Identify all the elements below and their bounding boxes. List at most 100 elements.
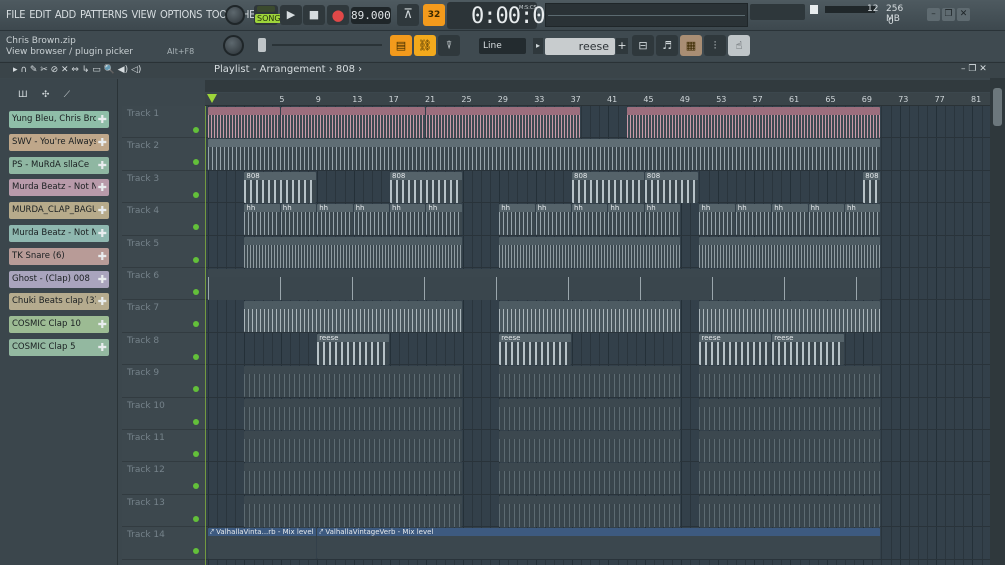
pattern-clip[interactable]: 808 xyxy=(390,171,462,203)
pattern-clip[interactable]: reese xyxy=(699,333,772,365)
pattern-clip[interactable] xyxy=(244,495,462,527)
browser-item[interactable]: Yung Bleu, Chris Bro...✚ xyxy=(9,111,109,128)
browser-item[interactable]: PS - MuRdA sllaCe ✚ xyxy=(9,156,109,174)
track-header[interactable]: Track 3 xyxy=(122,171,205,204)
track-mute-led[interactable] xyxy=(193,515,199,522)
pattern-clip[interactable]: hh xyxy=(735,204,772,236)
browser-item[interactable]: COSMIC Clap 5 ✚ xyxy=(9,339,109,356)
track-header[interactable]: Track 5 xyxy=(122,236,205,268)
master-volume-knob[interactable] xyxy=(225,5,245,25)
pattern-clip[interactable]: reese xyxy=(772,333,844,365)
add-icon[interactable]: ✚ xyxy=(98,111,107,128)
piano-roll-icon[interactable]: ♬ xyxy=(656,35,678,56)
add-icon[interactable]: ✚ xyxy=(98,339,107,356)
browser-item[interactable]: SWV - You're Always...✚ xyxy=(9,133,109,151)
pattern-clip[interactable] xyxy=(280,107,426,138)
add-icon[interactable]: ✚ xyxy=(98,157,107,174)
pattern-clip[interactable] xyxy=(499,366,681,398)
play-button[interactable]: ▶ xyxy=(280,5,302,25)
browser-item[interactable]: Murda Beatz - Not Ni...✚ xyxy=(9,179,109,197)
track-header[interactable]: Track 9 xyxy=(122,365,205,398)
pattern-clip[interactable] xyxy=(499,301,681,333)
pattern-clip[interactable] xyxy=(699,398,881,430)
track-header[interactable]: Track 2 xyxy=(122,138,205,171)
browser-icon[interactable]: ☝ xyxy=(728,35,750,56)
add-pattern-icon[interactable]: + xyxy=(616,38,628,54)
pattern-clip[interactable] xyxy=(699,431,881,462)
pattern-clip[interactable] xyxy=(426,107,581,138)
browser-item[interactable]: Chuki Beats clap (3) ✚ xyxy=(9,293,109,311)
track-mute-led[interactable] xyxy=(193,353,199,360)
track-header[interactable]: Track 8 xyxy=(122,333,205,366)
link-icon[interactable]: ⛓ xyxy=(414,35,436,56)
pattern-clip[interactable]: 808 xyxy=(244,171,317,203)
track-mute-led[interactable] xyxy=(193,256,199,263)
browser-mode-icons[interactable]: Ш ✣ ⟋ xyxy=(18,90,70,100)
menu-view[interactable]: VIEW xyxy=(131,8,156,21)
add-icon[interactable]: ✚ xyxy=(98,248,107,265)
pattern-clip[interactable]: 808 xyxy=(572,171,644,203)
track-header[interactable]: Track 14 xyxy=(122,527,205,560)
pattern-clip[interactable] xyxy=(699,236,881,268)
track-header[interactable]: Track 7 xyxy=(122,300,205,333)
pattern-clip[interactable] xyxy=(208,139,881,171)
pattern-clip[interactable] xyxy=(699,366,881,398)
add-icon[interactable]: ✚ xyxy=(98,179,107,196)
pattern-clip[interactable]: hh xyxy=(608,204,644,236)
pattern-clip[interactable] xyxy=(626,107,881,138)
main-pitch-knob[interactable] xyxy=(223,35,244,56)
step-resolution-button[interactable]: 32 xyxy=(423,4,445,26)
channel-rack-icon[interactable]: ▦ xyxy=(680,35,702,56)
browser-item[interactable]: TK Snare (6) ✚ xyxy=(9,247,109,265)
track-mute-led[interactable] xyxy=(193,191,199,198)
snap-select[interactable]: Line xyxy=(479,38,526,54)
record-button[interactable]: ● xyxy=(327,5,349,25)
metronome-icon[interactable]: ⊼ xyxy=(397,4,419,26)
stop-button[interactable]: ■ xyxy=(303,5,325,25)
playlist-window-controls[interactable]: – ❐ ✕ xyxy=(961,64,987,74)
pattern-clip[interactable]: reese xyxy=(499,333,571,365)
pattern-clip[interactable] xyxy=(244,398,462,430)
pattern-selector[interactable]: reese xyxy=(545,38,615,55)
timeline-ruler[interactable]: 5913172125293337414549535761656973778185 xyxy=(205,93,990,106)
pitch-slider[interactable] xyxy=(258,38,266,52)
add-icon[interactable]: ✚ xyxy=(98,225,107,242)
pattern-clip[interactable] xyxy=(208,107,280,138)
browser-item[interactable]: Murda Beatz - Not Ni...✚ xyxy=(9,225,109,242)
add-icon[interactable]: ✚ xyxy=(98,271,107,288)
pattern-clip[interactable]: 808 xyxy=(863,171,881,203)
song-time-display[interactable]: 0:00:00 M:S:CS xyxy=(447,2,558,29)
pattern-clip[interactable] xyxy=(699,495,881,527)
track-mute-led[interactable] xyxy=(193,386,199,393)
tempo-field[interactable]: 89.000 xyxy=(351,7,391,24)
track-mute-led[interactable] xyxy=(193,483,199,490)
menu-edit[interactable]: EDIT xyxy=(29,8,51,21)
track-mute-led[interactable] xyxy=(193,321,199,328)
automation-clip[interactable]: ⤤ ValhallaVinta...rb - Mix level xyxy=(208,528,317,560)
track-header[interactable]: Track 4 xyxy=(122,203,205,236)
track-header[interactable]: Track 13 xyxy=(122,495,205,528)
playlist-tools-icon[interactable]: ▸ ∩ ✎ ✂ ⊘ ✕ ⇔ ↳ ▭ 🔍 ◀) ◁) xyxy=(13,65,141,75)
add-icon[interactable]: ✚ xyxy=(98,134,107,151)
pattern-clip[interactable]: hh xyxy=(644,204,681,236)
pattern-clip[interactable] xyxy=(499,495,681,527)
pattern-clip[interactable]: hh xyxy=(845,204,881,236)
pattern-clip[interactable]: hh xyxy=(499,204,535,236)
pattern-clip[interactable]: hh xyxy=(353,204,389,236)
pattern-clip[interactable] xyxy=(244,431,462,462)
menu-patterns[interactable]: PATTERNS xyxy=(80,8,128,21)
playlist-overview-scroll[interactable] xyxy=(205,80,990,92)
pattern-clip[interactable]: 808 xyxy=(644,171,699,203)
track-mute-led[interactable] xyxy=(193,451,199,457)
track-mute-led[interactable] xyxy=(193,127,199,133)
pattern-clip[interactable]: hh xyxy=(572,204,608,236)
pattern-clip[interactable]: hh xyxy=(390,204,426,236)
menu-add[interactable]: ADD xyxy=(55,8,76,21)
menu-file[interactable]: FILE xyxy=(6,8,25,21)
pattern-clip[interactable]: hh xyxy=(317,204,353,236)
pattern-clip[interactable]: hh xyxy=(426,204,462,236)
pattern-clip[interactable]: hh xyxy=(280,204,317,236)
pattern-clip[interactable]: hh xyxy=(244,204,280,236)
browser-item[interactable]: MURDA_CLAP_BAGUE...✚ xyxy=(9,202,109,220)
pattern-clip[interactable]: hh xyxy=(535,204,571,236)
